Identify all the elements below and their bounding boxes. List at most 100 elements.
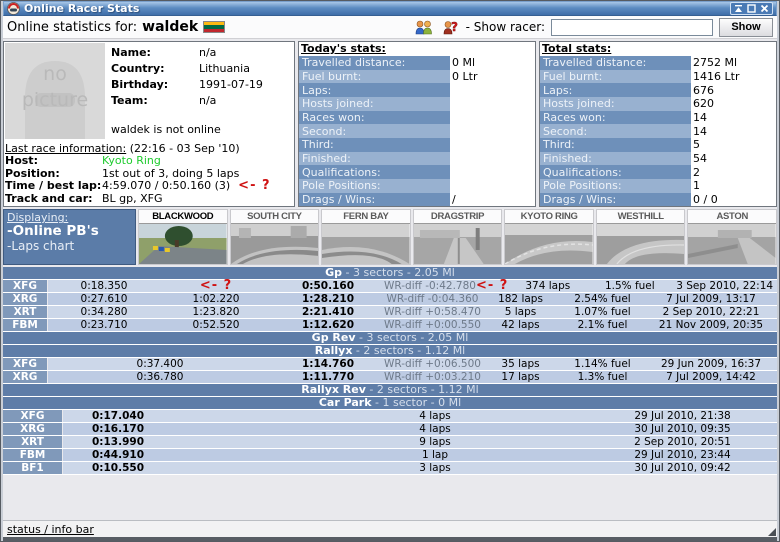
track-tab-kyoto-ring[interactable]: KYOTO RING — [504, 209, 594, 266]
car-cell: XFG — [3, 410, 63, 423]
section-header-rallyx: Rallyx - 2 sectors - 1.12 Ml — [3, 345, 777, 359]
stat-value: / — [450, 192, 535, 207]
stat-label: Fuel burnt: — [540, 69, 692, 84]
stat-value — [450, 124, 535, 139]
pb-laptime[interactable]: 1:28.210 — [272, 293, 384, 305]
stat-value: 54 — [691, 151, 776, 166]
shade-icon[interactable] — [734, 4, 743, 13]
section-header-car-park: Car Park - 1 sector - 0 Ml — [3, 397, 777, 411]
stat-label: Drags / Wins: — [540, 192, 692, 207]
show-racer-input[interactable] — [551, 18, 713, 36]
stat-label: Races won: — [540, 110, 692, 125]
pb-laptime[interactable]: 2:21.410 — [272, 306, 384, 318]
person-question-icon[interactable]: ? — [440, 20, 460, 35]
lithuania-flag-icon — [203, 21, 226, 33]
show-button[interactable]: Show — [719, 17, 773, 37]
stat-value: 2 — [691, 165, 776, 180]
stat-value: 0 Ml — [450, 56, 535, 70]
maximize-icon[interactable] — [747, 4, 756, 13]
last-race-row: Host: Kyoto Ring — [5, 154, 161, 168]
pb-laptime[interactable]: 1:11.770 — [272, 371, 384, 383]
helmet-icon — [7, 2, 20, 15]
annotation-arrow-question: <- ? — [238, 178, 271, 194]
total-stats-panel: Total stats: Travelled distance: 2752 Ml … — [539, 41, 777, 208]
stat-value — [450, 110, 535, 125]
pb-laptime[interactable]: 0:13.990 — [63, 436, 173, 448]
field-label: Birthday: — [111, 78, 169, 91]
car-cell: XRT — [3, 436, 63, 449]
resize-grip-icon[interactable] — [768, 528, 776, 536]
pb-laptime[interactable]: 0:17.040 — [63, 410, 173, 422]
stat-label: Third: — [299, 138, 451, 152]
field-label: Country: — [111, 62, 165, 75]
table-row: XFG 0:17.040 4 laps 29 Jul 2010, 21:38 — [3, 410, 777, 424]
track-tab-fern-bay[interactable]: FERN BAY — [321, 209, 411, 266]
field-value: 1991-07-19 — [199, 78, 263, 91]
stat-label: Travelled distance: — [540, 56, 692, 70]
window-bottom-edge — [3, 537, 777, 541]
racer-name: waldek — [142, 19, 199, 35]
track-tab-south-city[interactable]: SOUTH CITY — [229, 209, 320, 266]
stat-label: Finished: — [540, 151, 692, 166]
car-cell: FBM — [3, 449, 63, 462]
stat-value: 2752 Ml — [691, 56, 776, 70]
pb-laptime[interactable]: 0:50.160 — [272, 280, 384, 292]
stat-label: Third: — [540, 138, 692, 152]
last-race-row: Time / best lap: 4:59.070 / 0:50.160 (3)… — [5, 178, 271, 194]
two-people-icon[interactable] — [414, 20, 434, 35]
stat-value — [450, 165, 535, 180]
close-icon[interactable] — [760, 4, 769, 13]
track-tab-dragstrip[interactable]: DRAGSTRIP — [412, 209, 503, 266]
pb-laptime[interactable]: 0:44.910 — [63, 449, 173, 461]
track-tab-blackwood[interactable]: BLACKWOOD — [138, 209, 228, 266]
stat-value: 1 — [691, 179, 776, 193]
annotation-arrow-question: <- ? — [475, 278, 509, 294]
status-bar-text: status / info bar — [7, 522, 94, 536]
car-cell: XRG — [3, 293, 48, 306]
pb-laptime[interactable]: 0:10.550 — [63, 462, 173, 474]
window-controls — [730, 2, 773, 15]
displaying-laps-chart[interactable]: -Laps chart — [7, 239, 132, 253]
annotation-arrow-question: <- ? — [199, 278, 233, 294]
track-tab-westhill[interactable]: WESTHILL — [595, 209, 686, 266]
track-tab-aston[interactable]: ASTON — [687, 209, 777, 266]
pb-laptime[interactable]: 1:14.760 — [272, 358, 384, 370]
pb-laptime[interactable]: 1:12.620 — [272, 319, 384, 331]
no-picture-placeholder: no picture — [5, 43, 105, 139]
empty-area — [3, 475, 777, 520]
stat-value: 676 — [691, 83, 776, 98]
stat-value — [450, 179, 535, 193]
table-row: XRT 0:34.280 1:23.820 2:21.410 WR-diff +… — [3, 306, 777, 320]
stat-value — [450, 97, 535, 111]
displaying-panel: Displaying: -Online PB's -Laps chart — [3, 209, 136, 266]
content-area: no picture Name: n/a Country: Lithuania … — [3, 39, 777, 520]
south-city-thumbnail-image — [230, 223, 319, 265]
online-racer-stats-window: Online Racer Stats Online statistics for… — [0, 0, 780, 542]
table-row: XFG 0:18.350 <- ? 0:50.160 WR-diff -0:42… — [3, 278, 777, 294]
car-cell: XFG — [3, 358, 48, 371]
displaying-online-pbs[interactable]: -Online PB's — [7, 224, 132, 239]
titlebar[interactable]: Online Racer Stats — [3, 1, 777, 16]
field-label: Team: — [111, 94, 148, 107]
last-race-row: Track and car: BL gp, XFG — [5, 191, 163, 205]
host-name[interactable]: Kyoto Ring — [102, 154, 161, 168]
profile-field: Name: n/a — [111, 45, 293, 61]
stat-label: Second: — [299, 124, 451, 139]
stat-label: Pole Positions: — [540, 179, 692, 193]
status-bar: status / info bar — [3, 520, 777, 537]
stat-value: 0 / 0 — [691, 192, 776, 207]
table-row: XRT 0:13.990 9 laps 2 Sep 2010, 20:51 — [3, 436, 777, 450]
total-stats-title: Total stats: — [540, 42, 776, 56]
todays-stats-title: Today's stats: — [299, 42, 535, 56]
stat-label: Second: — [540, 124, 692, 139]
westhill-thumbnail-image — [596, 223, 685, 265]
stat-value — [450, 151, 535, 166]
stat-label: Qualifications: — [299, 165, 451, 180]
no-picture-text: no picture — [21, 63, 89, 111]
table-row: XRG 0:16.170 4 laps 30 Jul 2010, 09:35 — [3, 423, 777, 437]
pb-laptime[interactable]: 0:16.170 — [63, 423, 173, 435]
stat-value: 5 — [691, 138, 776, 152]
car-cell: FBM — [3, 319, 48, 332]
car-cell: XRG — [3, 371, 48, 384]
stat-value — [450, 138, 535, 152]
